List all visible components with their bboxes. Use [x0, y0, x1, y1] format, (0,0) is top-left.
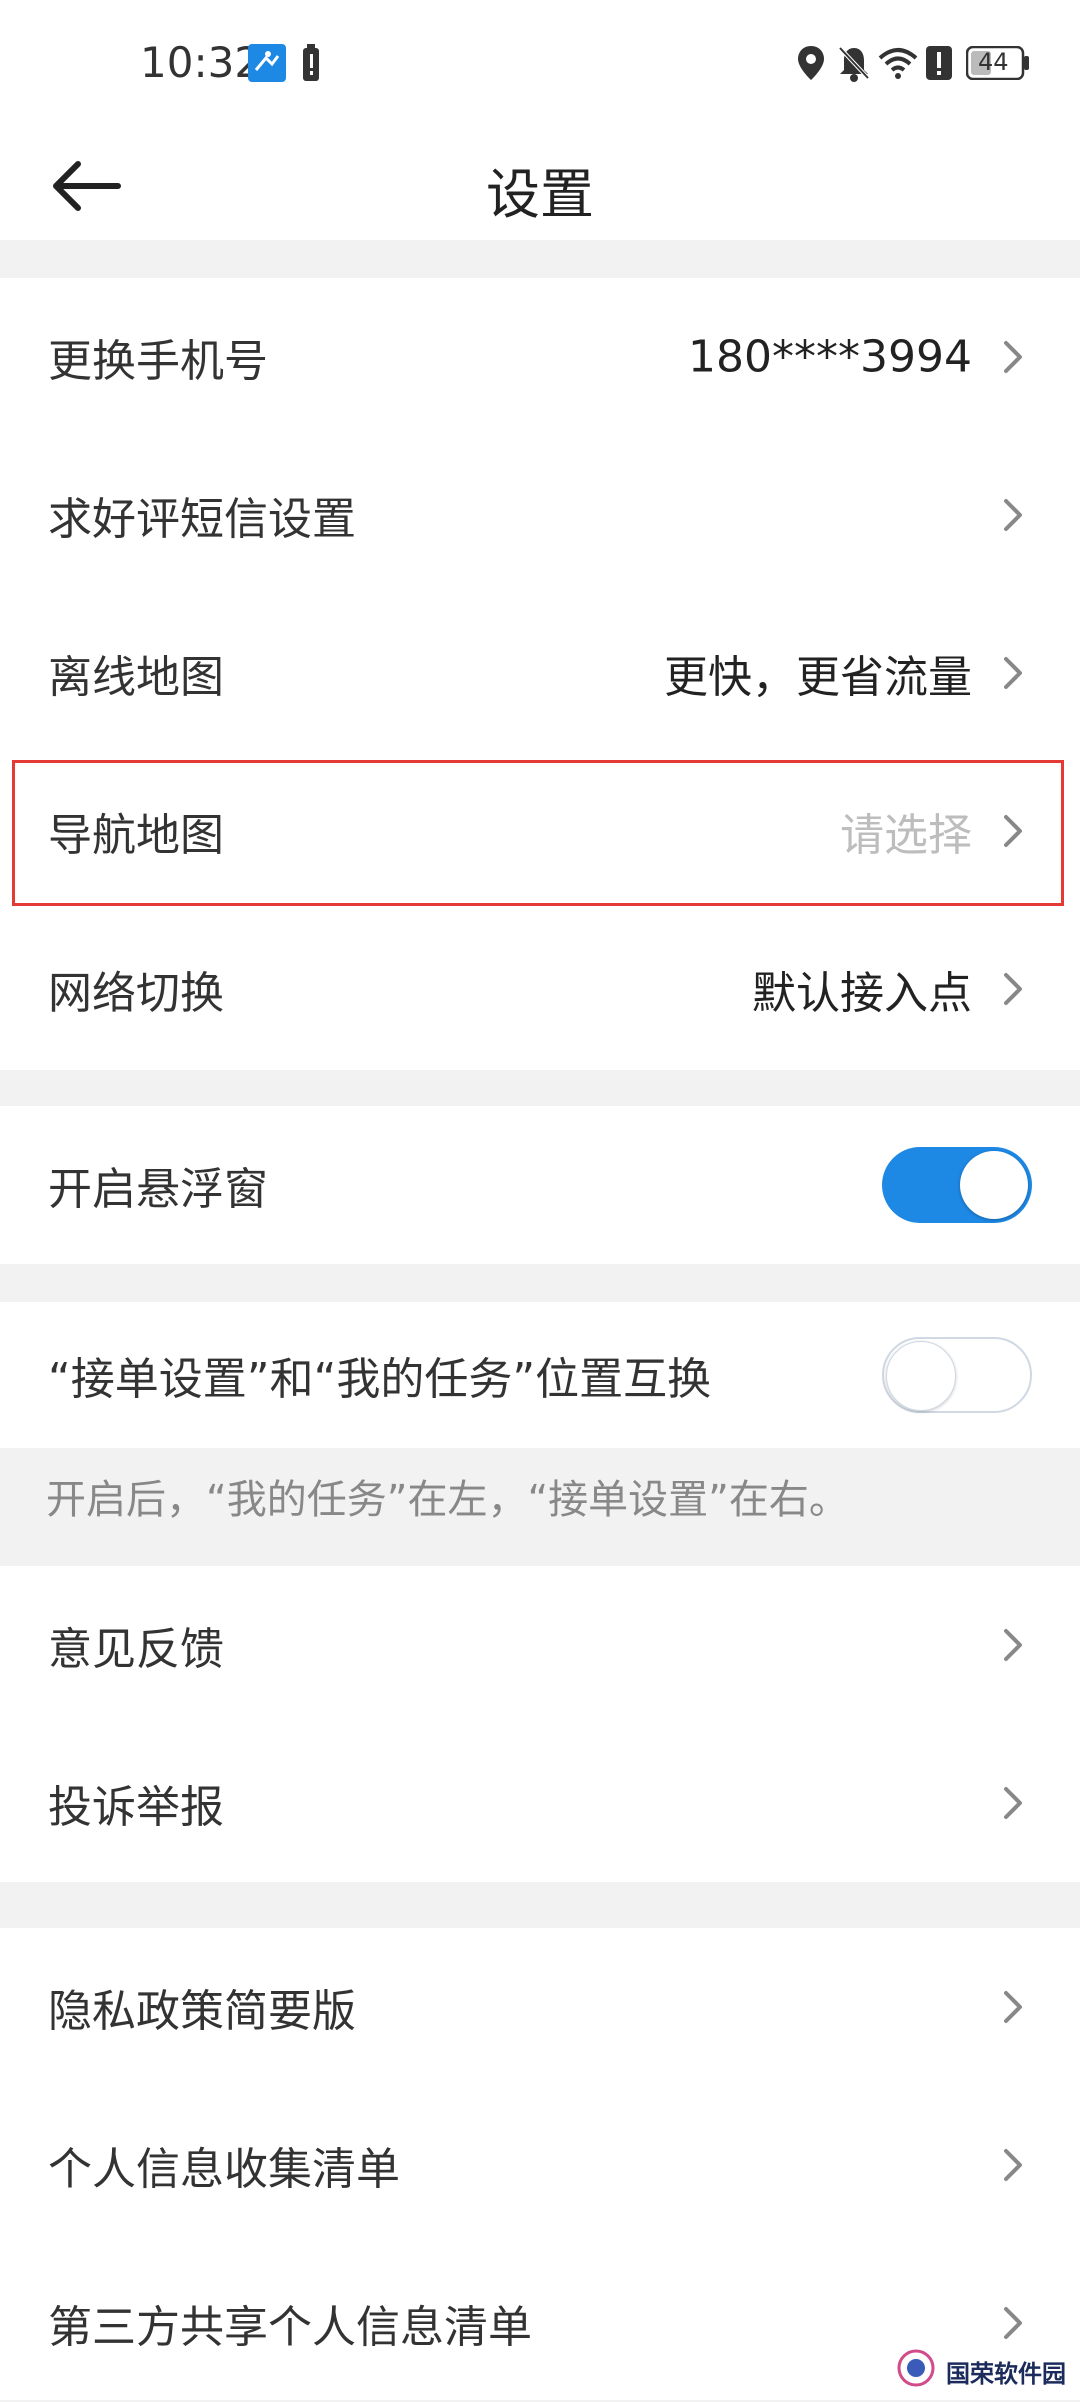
chevron-right-icon: [1004, 1787, 1022, 1819]
network-switch-row[interactable]: 网络切换 默认接入点: [0, 910, 1080, 1068]
watermark-text: 国荣软件园: [946, 2360, 1066, 2388]
settings-group-floating: 开启悬浮窗: [0, 1106, 1080, 1264]
chevron-right-icon: [1004, 1991, 1022, 2023]
row-label: 离线地图: [48, 652, 224, 703]
row-label: 第三方共享个人信息清单: [48, 2302, 532, 2353]
row-label: 求好评短信设置: [48, 494, 356, 545]
row-label: 更换手机号: [48, 336, 268, 387]
chevron-right-icon: [1004, 1629, 1022, 1661]
status-time: 10:32: [140, 38, 262, 87]
chevron-right-icon: [1004, 973, 1022, 1005]
complaint-report-row[interactable]: 投诉举报: [0, 1724, 1080, 1882]
row-value: 180****3994: [688, 331, 972, 383]
wifi-icon: [878, 44, 918, 86]
settings-group-feedback: 意见反馈 投诉举报: [0, 1566, 1080, 1882]
watermark-logo-icon: [897, 2349, 935, 2387]
row-label: 开启悬浮窗: [48, 1164, 268, 1215]
row-label: 投诉举报: [48, 1782, 224, 1833]
privacy-policy-summary-row[interactable]: 隐私政策简要版: [0, 1928, 1080, 2086]
chevron-right-icon: [1004, 341, 1022, 373]
chevron-right-icon: [1004, 2307, 1022, 2339]
row-label: 隐私政策简要版: [48, 1986, 356, 2037]
chevron-right-icon: [1004, 499, 1022, 531]
floating-window-toggle[interactable]: [882, 1147, 1032, 1223]
page-title: 设置: [486, 163, 594, 226]
personal-info-collection-row[interactable]: 个人信息收集清单: [0, 2086, 1080, 2244]
watermark: 国荣软件园: [897, 2344, 1066, 2392]
offline-map-row[interactable]: 离线地图 更快，更省流量: [0, 594, 1080, 752]
app-bar: 设置: [0, 136, 1080, 240]
swap-position-hint: 开启后，“我的任务”在左，“接单设置”在右。: [46, 1477, 849, 1523]
row-label: 网络切换: [48, 968, 224, 1019]
battery-alert-icon: [302, 44, 320, 86]
app-notification-icon: [248, 44, 286, 86]
signal-alert-icon: [926, 44, 952, 86]
change-phone-row[interactable]: 更换手机号 180****3994: [0, 278, 1080, 436]
chevron-right-icon: [1004, 2149, 1022, 2181]
chevron-right-icon: [1004, 657, 1022, 689]
floating-window-row: 开启悬浮窗: [0, 1106, 1080, 1264]
highlight-frame: [12, 760, 1064, 906]
mute-notification-icon: [836, 44, 872, 86]
swap-position-toggle[interactable]: [882, 1337, 1032, 1413]
feedback-row[interactable]: 意见反馈: [0, 1566, 1080, 1724]
settings-group-privacy: 隐私政策简要版 个人信息收集清单 第三方共享个人信息清单: [0, 1928, 1080, 2400]
toggle-knob: [960, 1151, 1028, 1219]
row-label: 意见反馈: [48, 1624, 224, 1675]
settings-group-general: 更换手机号 180****3994 求好评短信设置 离线地图 更快，更省流量 导…: [0, 278, 1080, 1070]
review-sms-settings-row[interactable]: 求好评短信设置: [0, 436, 1080, 594]
battery-icon: 44: [965, 45, 1030, 84]
row-label: 个人信息收集清单: [48, 2144, 400, 2195]
toggle-knob: [886, 1341, 956, 1411]
settings-group-swap: “接单设置”和“我的任务”位置互换: [0, 1302, 1080, 1448]
status-bar: 10:32 44: [0, 0, 1080, 136]
battery-level: 44: [978, 48, 1009, 76]
row-label: “接单设置”和“我的任务”位置互换: [48, 1354, 712, 1405]
row-value: 更快，更省流量: [664, 652, 972, 703]
location-icon: [796, 44, 826, 86]
swap-position-row: “接单设置”和“我的任务”位置互换: [0, 1302, 1080, 1448]
row-value: 默认接入点: [752, 968, 972, 1019]
